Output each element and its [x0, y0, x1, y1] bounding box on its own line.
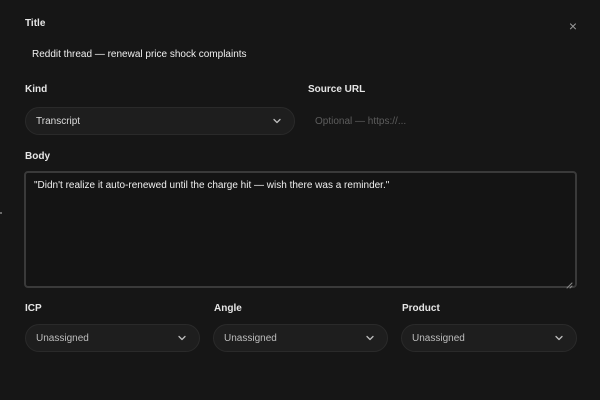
product-label: Product	[402, 303, 440, 314]
icp-select-value: Unassigned	[36, 332, 89, 344]
source-url-field	[307, 108, 577, 134]
product-select-value: Unassigned	[412, 332, 465, 344]
chevron-down-icon	[365, 333, 375, 343]
body-textarea[interactable]: "Didn't realize it auto-renewed until th…	[34, 180, 567, 279]
angle-label: Angle	[214, 303, 242, 314]
kind-select-value: Transcript	[36, 115, 81, 127]
chevron-down-icon	[272, 116, 282, 126]
body-field: "Didn't realize it auto-renewed until th…	[24, 171, 577, 289]
close-icon[interactable]: ×	[566, 19, 580, 33]
kind-select[interactable]: Transcript	[25, 107, 295, 135]
angle-select[interactable]: Unassigned	[213, 324, 388, 352]
angle-select-value: Unassigned	[224, 332, 277, 344]
source-url-input[interactable]	[307, 114, 577, 128]
product-select[interactable]: Unassigned	[401, 324, 577, 352]
kind-label: Kind	[25, 84, 48, 95]
title-label: Title	[25, 18, 46, 29]
edit-source-dialog: × Title Reddit thread — renewal price sh…	[0, 0, 600, 400]
body-label: Body	[25, 151, 50, 162]
chevron-down-icon	[177, 333, 187, 343]
source-url-label: Source URL	[308, 84, 366, 95]
resize-grip-icon[interactable]	[565, 276, 573, 289]
title-field[interactable]: Reddit thread — renewal price shock comp…	[32, 49, 247, 60]
chevron-down-icon	[554, 333, 564, 343]
icp-select[interactable]: Unassigned	[25, 324, 200, 352]
icp-label: ICP	[25, 303, 42, 314]
edge-marker	[0, 212, 2, 214]
